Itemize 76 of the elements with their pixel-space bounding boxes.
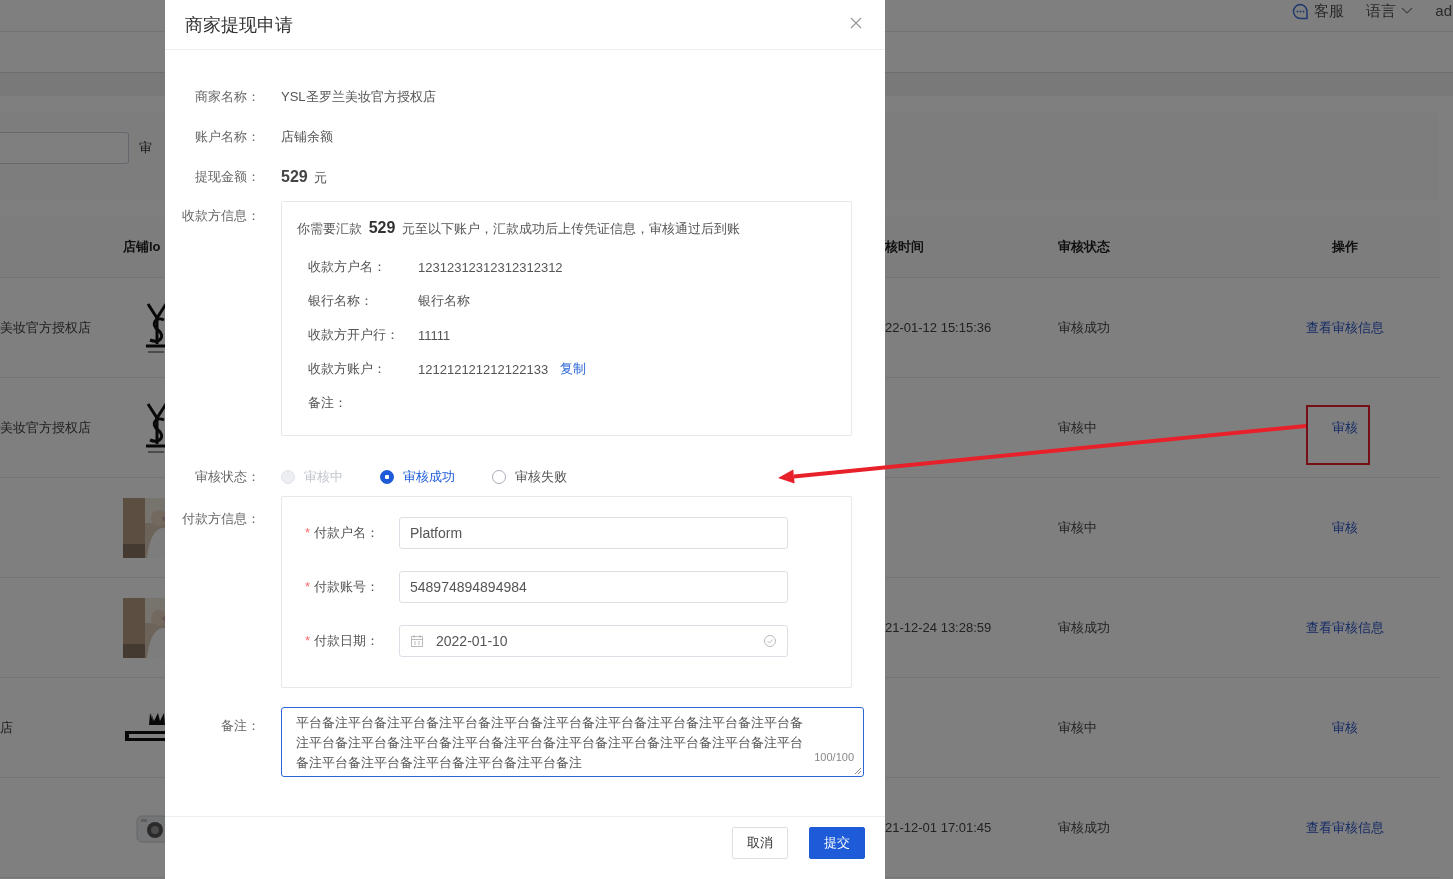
field-label: 付款日期： bbox=[314, 633, 379, 648]
amount-value: 529 bbox=[281, 167, 308, 186]
column-header: 店铺lo bbox=[123, 238, 161, 256]
support-link[interactable]: 客服 bbox=[1314, 1, 1345, 21]
search-field[interactable] bbox=[0, 132, 129, 164]
field-label: 收款方信息： bbox=[181, 207, 260, 225]
field-label: 备注： bbox=[220, 717, 260, 735]
table-cell: 审核成功 bbox=[1058, 318, 1110, 337]
table-cell: 美妆官方授权店 bbox=[0, 418, 91, 437]
action-link[interactable]: 查看审核信息 bbox=[1305, 618, 1384, 637]
info-label: 备注： bbox=[308, 394, 348, 412]
copy-link[interactable]: 复制 bbox=[560, 360, 587, 378]
required-mark: * bbox=[304, 633, 310, 648]
info-label: 银行名称： bbox=[308, 292, 374, 310]
table-cell: 审核中 bbox=[1058, 718, 1097, 737]
field-value: YSL圣罗兰美妆官方授权店 bbox=[281, 88, 436, 106]
radio-label: 审核成功 bbox=[403, 468, 455, 486]
dialog-title: 商家提现申请 bbox=[185, 13, 293, 37]
action-link[interactable]: 审核 bbox=[1331, 418, 1358, 437]
date-field[interactable]: 2022-01-10 bbox=[399, 625, 788, 657]
user-name[interactable]: ad bbox=[1435, 1, 1452, 21]
action-link[interactable]: 审核 bbox=[1331, 718, 1358, 737]
radio-option[interactable]: 审核失败 bbox=[492, 468, 567, 486]
chevron-down-icon bbox=[1401, 7, 1414, 15]
submit-button[interactable]: 提交 bbox=[809, 827, 865, 859]
input-field[interactable]: 548974894894984 bbox=[399, 571, 788, 603]
info-label: 收款方户名： bbox=[308, 258, 387, 276]
field-label: 账户名称： bbox=[194, 128, 260, 146]
column-header: 核时间 bbox=[885, 238, 924, 256]
close-icon bbox=[850, 16, 862, 29]
radio-label: 审核中 bbox=[304, 468, 343, 486]
input-field[interactable]: Platform bbox=[399, 517, 788, 549]
column-header: 操作 bbox=[1331, 238, 1358, 256]
field-label: 付款账号： bbox=[314, 579, 379, 594]
remark-field[interactable]: 平台备注平台备注平台备注平台备注平台备注平台备注平台备注平台备注平台备注平台备注平台备注平台备注平台备注平台备注平台备注平台备注平台备注平台备注平台备注平台备注平台备注平台备注平台备注平台备注平台备注 100/100 bbox=[281, 707, 864, 777]
table-cell: 审核成功 bbox=[1058, 618, 1110, 637]
table-cell: 美妆官方授权店 bbox=[0, 318, 91, 337]
radio-button[interactable] bbox=[492, 470, 506, 484]
action-link[interactable]: 查看审核信息 bbox=[1305, 818, 1384, 837]
column-header: 审核状态 bbox=[1058, 238, 1110, 256]
info-value: 11111 bbox=[418, 327, 451, 343]
radio-option[interactable]: 审核成功 bbox=[380, 468, 455, 486]
table-cell: 21-12-24 13:28:59 bbox=[885, 620, 992, 635]
field-label: 审核状态： bbox=[194, 468, 260, 486]
info-value: 12312312312312312312 bbox=[418, 259, 563, 275]
radio-button[interactable] bbox=[380, 470, 394, 484]
resize-grip-icon bbox=[854, 767, 862, 775]
field-value: 店铺余额 bbox=[281, 128, 333, 146]
field-label: 付款方信息： bbox=[181, 510, 260, 528]
table-cell: 店 bbox=[0, 718, 13, 737]
table-cell: 22-01-12 15:15:36 bbox=[885, 320, 992, 335]
radio-label: 审核失败 bbox=[515, 468, 567, 486]
filter-label: 审 bbox=[139, 139, 152, 157]
amount-unit: 元 bbox=[313, 168, 327, 187]
chat-icon bbox=[1292, 2, 1310, 20]
table-cell: 审核中 bbox=[1058, 418, 1097, 437]
language-menu[interactable]: 语言 bbox=[1366, 1, 1397, 21]
field-label: 付款户名： bbox=[314, 525, 379, 540]
required-mark: * bbox=[304, 579, 310, 594]
notice-text: 你需要汇款 529 元至以下账户，汇款成功后上传凭证信息，审核通过后到账 bbox=[297, 218, 741, 238]
calendar-icon bbox=[410, 634, 424, 648]
table-cell: 审核成功 bbox=[1058, 818, 1110, 837]
info-value: 121212121212122133 bbox=[418, 361, 549, 377]
action-link[interactable]: 查看审核信息 bbox=[1305, 318, 1384, 337]
table-cell: 审核中 bbox=[1058, 518, 1097, 537]
info-label: 收款方开户行： bbox=[308, 326, 400, 344]
action-link[interactable]: 审核 bbox=[1331, 518, 1358, 537]
field-label: 商家名称： bbox=[194, 88, 260, 106]
field-label: 提现金额： bbox=[194, 168, 260, 186]
table-cell: 21-12-01 17:01:45 bbox=[885, 820, 992, 835]
char-counter: 100/100 bbox=[814, 751, 854, 763]
check-circle-icon bbox=[763, 634, 777, 648]
info-label: 收款方账户： bbox=[308, 360, 387, 378]
required-mark: * bbox=[304, 525, 310, 540]
cancel-button[interactable]: 取消 bbox=[732, 827, 788, 859]
info-value: 银行名称 bbox=[418, 292, 470, 310]
